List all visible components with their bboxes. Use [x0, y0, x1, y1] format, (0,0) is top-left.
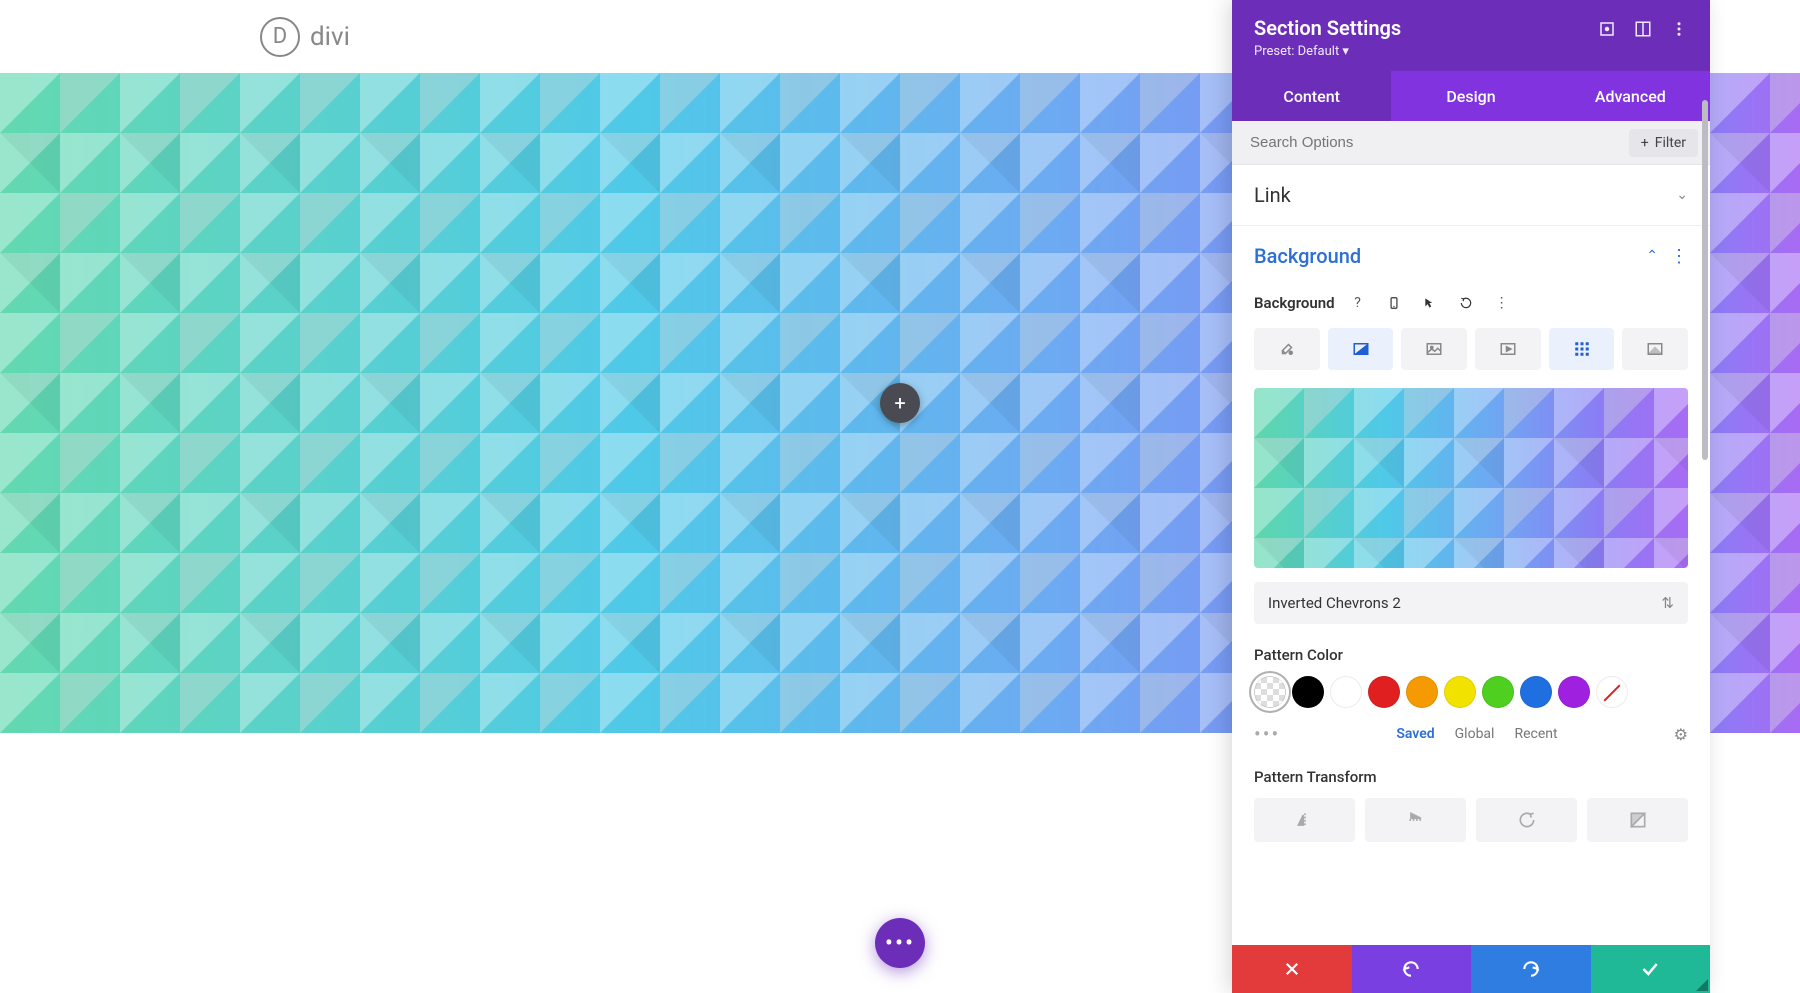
- transform-row: [1254, 798, 1688, 842]
- more-icon[interactable]: ⋮: [1489, 290, 1515, 316]
- section-link[interactable]: Link ⌄: [1232, 165, 1710, 226]
- save-button[interactable]: [1591, 945, 1711, 993]
- transform-flip-v[interactable]: [1365, 798, 1466, 842]
- transform-rotate[interactable]: [1476, 798, 1577, 842]
- panel-actions: [1232, 945, 1710, 993]
- divi-logo-text: divi: [310, 22, 350, 52]
- plus-icon: +: [1641, 135, 1649, 151]
- swatch-green[interactable]: [1482, 676, 1514, 708]
- tab-content[interactable]: Content: [1232, 71, 1391, 121]
- palette-tab-recent[interactable]: Recent: [1514, 726, 1557, 742]
- hover-icon[interactable]: [1417, 290, 1443, 316]
- filter-label: Filter: [1655, 135, 1686, 151]
- swatch-orange[interactable]: [1406, 676, 1438, 708]
- palette-settings-icon[interactable]: ⚙: [1674, 725, 1688, 744]
- bg-type-gradient[interactable]: [1328, 328, 1394, 370]
- transform-flip-h[interactable]: [1254, 798, 1355, 842]
- panel-scrollbar[interactable]: [1702, 165, 1708, 460]
- floating-menu-button[interactable]: •••: [875, 918, 925, 968]
- section-menu-icon[interactable]: ⋮: [1670, 246, 1688, 267]
- section-background-title: Background: [1254, 244, 1361, 268]
- bg-type-color[interactable]: [1254, 328, 1320, 370]
- panel-menu-icon[interactable]: [1670, 20, 1688, 38]
- panel-header: Section Settings Preset: Default ▾: [1232, 0, 1710, 71]
- background-preview: [1254, 388, 1688, 568]
- swatch-white[interactable]: [1330, 676, 1362, 708]
- pattern-select-value: Inverted Chevrons 2: [1268, 594, 1401, 612]
- bg-type-pattern[interactable]: [1549, 328, 1615, 370]
- pattern-transform-label: Pattern Transform: [1254, 768, 1688, 786]
- settings-panel: Section Settings Preset: Default ▾ Conte…: [1232, 0, 1710, 993]
- filter-button[interactable]: + Filter: [1629, 129, 1698, 157]
- swatch-blue[interactable]: [1520, 676, 1552, 708]
- swatch-row: [1254, 676, 1688, 708]
- bg-type-mask[interactable]: [1622, 328, 1688, 370]
- palette-tab-saved[interactable]: Saved: [1396, 726, 1434, 742]
- panel-body: Link ⌄ Background ⌃ ⋮ Background ?: [1232, 165, 1710, 945]
- transform-invert[interactable]: [1587, 798, 1688, 842]
- add-module-button[interactable]: +: [880, 383, 920, 423]
- help-icon[interactable]: ?: [1345, 290, 1371, 316]
- resize-handle-icon[interactable]: [1696, 979, 1708, 991]
- reset-icon[interactable]: [1453, 290, 1479, 316]
- section-background-header[interactable]: Background ⌃ ⋮: [1232, 226, 1710, 276]
- chevron-down-icon: ⌄: [1676, 187, 1688, 203]
- search-input[interactable]: [1250, 134, 1629, 151]
- bg-type-image[interactable]: [1401, 328, 1467, 370]
- swatch-black[interactable]: [1292, 676, 1324, 708]
- pattern-color-label: Pattern Color: [1254, 646, 1688, 664]
- redo-button[interactable]: [1471, 945, 1591, 993]
- section-canvas-right: [1710, 73, 1800, 733]
- palette-more-icon[interactable]: •••: [1254, 722, 1280, 746]
- palette-row: ••• Saved Global Recent ⚙: [1254, 722, 1688, 746]
- swatch-transparent[interactable]: [1254, 676, 1286, 708]
- undo-button[interactable]: [1352, 945, 1472, 993]
- mobile-icon[interactable]: [1381, 290, 1407, 316]
- tab-advanced[interactable]: Advanced: [1551, 71, 1710, 121]
- section-link-title: Link: [1254, 183, 1291, 207]
- background-type-row: [1254, 328, 1688, 370]
- panel-title: Section Settings: [1254, 16, 1401, 40]
- divi-logo-icon: D: [260, 17, 300, 57]
- pattern-select[interactable]: Inverted Chevrons 2 ⇅: [1254, 582, 1688, 624]
- divi-logo[interactable]: D divi: [260, 17, 350, 57]
- panel-tabs: Content Design Advanced: [1232, 71, 1710, 121]
- background-label: Background: [1254, 294, 1335, 312]
- swatch-yellow[interactable]: [1444, 676, 1476, 708]
- bg-type-video[interactable]: [1475, 328, 1541, 370]
- panel-search-row: + Filter: [1232, 121, 1710, 165]
- swatch-none[interactable]: [1596, 676, 1628, 708]
- palette-tab-global[interactable]: Global: [1455, 726, 1495, 742]
- cancel-button[interactable]: [1232, 945, 1352, 993]
- panel-layout-icon[interactable]: [1634, 20, 1652, 38]
- swatch-purple[interactable]: [1558, 676, 1590, 708]
- preset-dropdown[interactable]: Preset: Default ▾: [1254, 44, 1401, 59]
- expand-icon[interactable]: [1598, 20, 1616, 38]
- chevron-up-icon: ⌃: [1646, 248, 1658, 264]
- swatch-red[interactable]: [1368, 676, 1400, 708]
- tab-design[interactable]: Design: [1391, 71, 1550, 121]
- select-arrows-icon: ⇅: [1661, 594, 1674, 612]
- section-background-content: Background ? ⋮: [1232, 290, 1710, 862]
